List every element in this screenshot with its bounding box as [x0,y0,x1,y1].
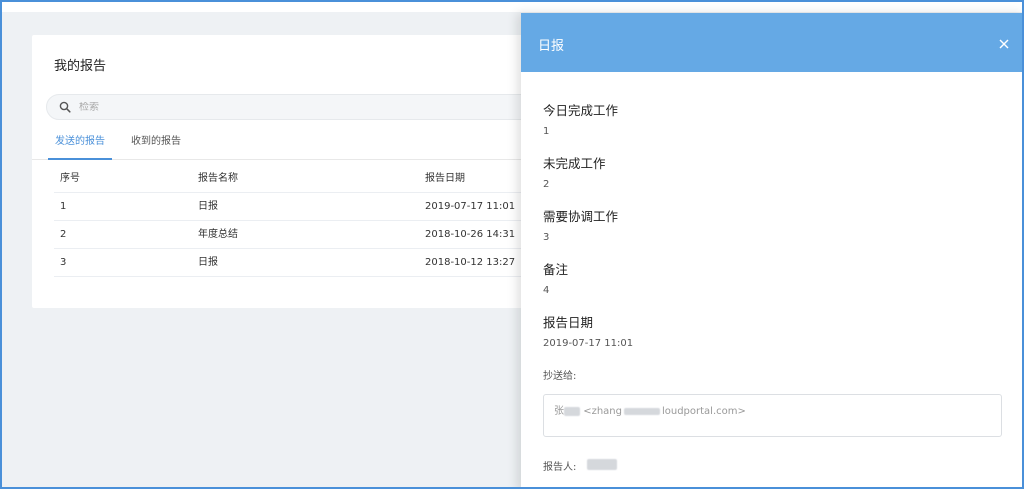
search-bar[interactable] [46,94,576,120]
drawer-header: 日报 [521,13,1022,72]
app-frame: 我的报告 发送的报告 收到的报告 序号 报告名称 报告日期 1 日报 2019-… [0,0,1024,489]
column-header-name: 报告名称 [198,173,238,184]
report-table: 序号 报告名称 报告日期 1 日报 2019-07-17 11:01 2 年度总… [54,165,592,277]
report-list-card: 我的报告 发送的报告 收到的报告 序号 报告名称 报告日期 1 日报 2019-… [32,35,592,308]
cc-recipient-email-start: <zhang [583,406,622,417]
table-row[interactable]: 2 年度总结 2018-10-26 14:31 [54,221,592,249]
report-detail-drawer: 日报 今日完成工作 1 未完成工作 2 需要协调工作 3 备注 4 报告日期 2… [521,13,1022,487]
cc-recipient-email-end: loudportal.com> [661,406,746,417]
field-value-coordination: 3 [543,232,550,243]
page-title: 我的报告 [54,59,107,74]
tab-sent-reports[interactable]: 发送的报告 [48,130,112,160]
field-value-report-date: 2019-07-17 11:01 [543,338,634,349]
tab-received-reports[interactable]: 收到的报告 [128,130,184,160]
redacted-email [623,407,660,415]
cc-label: 抄送给: [543,371,577,382]
row-name: 年度总结 [198,229,238,240]
field-label-completed: 今日完成工作 [543,103,619,118]
row-name: 日报 [198,201,218,212]
cc-recipient-name-prefix: 张 [554,406,564,417]
field-value-unfinished: 2 [543,179,550,190]
search-icon [59,98,71,117]
redacted-name [564,406,580,416]
field-label-report-date: 报告日期 [543,315,594,330]
field-label-unfinished: 未完成工作 [543,156,606,171]
close-button[interactable] [998,38,1010,50]
reporter-label: 报告人: [543,462,577,473]
field-label-remarks: 备注 [543,262,569,277]
redacted-reporter-name [587,459,617,470]
field-label-coordination: 需要协调工作 [543,209,619,224]
row-index: 1 [60,201,67,212]
row-date: 2019-07-17 11:01 [425,201,516,212]
column-header-date: 报告日期 [425,173,465,184]
row-date: 2018-10-12 13:27 [425,257,516,268]
table-row[interactable]: 1 日报 2019-07-17 11:01 [54,193,592,221]
row-name: 日报 [198,257,218,268]
top-strip [2,2,1022,12]
row-index: 2 [60,229,67,240]
search-input[interactable] [79,101,479,113]
cc-recipient-box[interactable]: 张 <zhang loudportal.com> [543,394,1002,437]
close-icon [998,38,1010,50]
row-date: 2018-10-26 14:31 [425,229,516,240]
report-tabs: 发送的报告 收到的报告 [32,130,592,160]
row-index: 3 [60,257,67,268]
table-header: 序号 报告名称 报告日期 [54,165,592,193]
field-value-remarks: 4 [543,285,550,296]
field-value-completed: 1 [543,126,550,137]
column-header-index: 序号 [60,173,80,184]
drawer-title: 日报 [538,39,565,54]
table-row[interactable]: 3 日报 2018-10-12 13:27 [54,249,592,277]
